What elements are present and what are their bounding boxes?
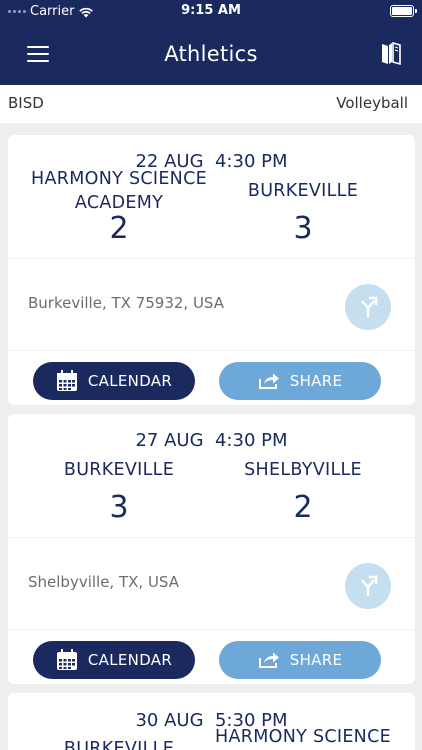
game-card: 30 AUG 5:30 PM BURKEVILLE HARMONY SCIENC… <box>8 693 415 750</box>
home-team-name: HARMONY SCIENCE ACADEMY <box>31 169 207 213</box>
calendar-button-label: CALENDAR <box>87 651 173 669</box>
share-button[interactable]: SHARE <box>219 641 381 679</box>
share-button[interactable]: SHARE <box>219 362 381 400</box>
calendar-icon <box>56 370 77 391</box>
sport-filter[interactable]: Volleyball <box>336 94 408 112</box>
district-filter[interactable]: BISD <box>8 94 44 112</box>
filter-bar: BISD Volleyball <box>0 85 422 123</box>
nav-bar: Athletics <box>0 22 422 85</box>
divider <box>8 350 415 351</box>
game-location: Shelbyville, TX, USA <box>28 573 179 591</box>
directions-icon <box>361 296 378 317</box>
game-card: 22 AUG 4:30 PM HARMONY SCIENCE ACADEMY B… <box>8 135 415 405</box>
away-team-name: SHELBYVILLE <box>244 460 362 480</box>
directions-icon <box>361 575 378 596</box>
home-team-name: BURKEVILLE <box>63 739 175 750</box>
status-bar: Carrier 9:15 AM <box>0 0 422 22</box>
game-card: 27 AUG 4:30 PM BURKEVILLE SHELBYVILLE 3 … <box>8 414 415 684</box>
directions-button[interactable] <box>345 284 391 330</box>
share-button-label: SHARE <box>289 372 343 390</box>
calendar-button-label: CALENDAR <box>87 372 173 390</box>
add-to-calendar-button[interactable]: CALENDAR <box>33 362 195 400</box>
add-to-calendar-button[interactable]: CALENDAR <box>33 641 195 679</box>
home-team-score: 2 <box>109 211 129 246</box>
share-button-label: SHARE <box>289 651 343 669</box>
game-location: Burkeville, TX 75932, USA <box>28 294 224 312</box>
home-team-score: 3 <box>109 490 129 525</box>
divider <box>8 258 415 259</box>
book-icon[interactable] <box>380 42 402 66</box>
divider <box>8 629 415 630</box>
battery-icon <box>390 5 417 17</box>
away-team-name: BURKEVILLE <box>247 181 359 201</box>
divider <box>8 537 415 538</box>
home-team-name: BURKEVILLE <box>63 460 175 480</box>
share-icon <box>258 373 279 389</box>
share-icon <box>258 652 279 668</box>
status-time: 9:15 AM <box>181 3 241 18</box>
directions-button[interactable] <box>345 563 391 609</box>
calendar-icon <box>56 649 77 670</box>
away-team-score: 2 <box>293 490 313 525</box>
away-team-name: HARMONY SCIENCE ACADEMY <box>215 727 391 747</box>
page-title: Athletics <box>164 42 258 66</box>
game-date: 27 AUG 4:30 PM <box>135 430 288 451</box>
away-team-score: 3 <box>293 211 313 246</box>
